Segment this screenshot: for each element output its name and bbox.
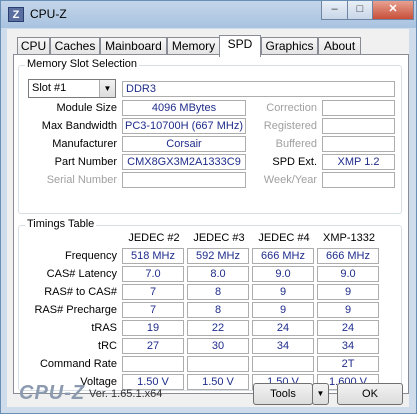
minimize-button[interactable]: – bbox=[321, 1, 348, 20]
serial-number-value bbox=[122, 172, 246, 188]
timing-value: 592 MHz bbox=[187, 248, 249, 264]
timing-value: 8 bbox=[187, 284, 249, 300]
timings-column-header: JEDEC #2 bbox=[128, 232, 180, 244]
spd-ext-value: XMP 1.2 bbox=[322, 154, 395, 170]
tab-about[interactable]: About bbox=[318, 37, 361, 55]
correction-value bbox=[322, 100, 395, 116]
timing-value: 7.0 bbox=[122, 266, 184, 282]
maximize-button[interactable]: □ bbox=[347, 1, 373, 20]
version-label: Ver. 1.65.1.x64 bbox=[89, 388, 163, 400]
week-year-value bbox=[322, 172, 395, 188]
timing-value: 7 bbox=[122, 284, 184, 300]
timing-value: 24 bbox=[317, 320, 379, 336]
timing-row-label: RAS# Precharge bbox=[34, 304, 117, 316]
timing-row-label: RAS# to CAS# bbox=[44, 286, 117, 298]
timing-value: 9.0 bbox=[317, 266, 379, 282]
timing-value: 1.50 V bbox=[187, 374, 249, 390]
timing-row-label: tRC bbox=[98, 340, 117, 352]
tab-cpu[interactable]: CPU bbox=[17, 37, 50, 55]
timing-value: 666 MHz bbox=[252, 248, 314, 264]
title-bar[interactable]: Z CPU-Z – □ ✕ bbox=[1, 1, 416, 28]
buffered-value bbox=[322, 136, 395, 152]
correction-label: Correction bbox=[266, 102, 317, 114]
memory-slot-group: Memory Slot Selection Slot #1 ▼ DDR3 Mod… bbox=[18, 58, 402, 214]
timing-value: 24 bbox=[252, 320, 314, 336]
tab-mainboard[interactable]: Mainboard bbox=[100, 37, 167, 55]
buffered-label: Buffered bbox=[275, 138, 317, 150]
max-bandwidth-label: Max Bandwidth bbox=[41, 120, 117, 132]
timings-column-header: JEDEC #3 bbox=[193, 232, 245, 244]
timing-value bbox=[122, 356, 184, 372]
window-title: CPU-Z bbox=[30, 7, 67, 21]
registered-label: Registered bbox=[263, 120, 317, 132]
timing-value: 8 bbox=[187, 302, 249, 318]
tools-button[interactable]: Tools bbox=[253, 383, 313, 405]
close-button[interactable]: ✕ bbox=[372, 1, 414, 20]
memory-type-value: DDR3 bbox=[122, 81, 395, 97]
timings-column-header: XMP-1332 bbox=[323, 232, 375, 244]
timing-value: 34 bbox=[252, 338, 314, 354]
spd-ext-label: SPD Ext. bbox=[272, 156, 317, 168]
timing-value bbox=[252, 356, 314, 372]
cpuz-logo: CPU-Z bbox=[19, 382, 86, 404]
module-size-label: Module Size bbox=[56, 102, 117, 114]
module-size-value: 4096 MBytes bbox=[122, 100, 246, 116]
timings-group: Timings Table JEDEC #2 JEDEC #3 JEDEC #4… bbox=[18, 218, 402, 391]
spd-panel: Memory Slot Selection Slot #1 ▼ DDR3 Mod… bbox=[13, 54, 409, 394]
part-number-label: Part Number bbox=[54, 156, 117, 168]
slot-select-value: Slot #1 bbox=[32, 82, 67, 94]
timing-value: 8.0 bbox=[187, 266, 249, 282]
tools-dropdown-button[interactable]: ▼ bbox=[312, 383, 329, 405]
timing-value: 9.0 bbox=[252, 266, 314, 282]
timing-value: 27 bbox=[122, 338, 184, 354]
tab-graphics[interactable]: Graphics bbox=[261, 37, 318, 55]
timing-row-label: Frequency bbox=[65, 250, 117, 262]
slot-select[interactable]: Slot #1 ▼ bbox=[28, 79, 116, 98]
timing-value: 2T bbox=[317, 356, 379, 372]
part-number-value: CMX8GX3M2A1333C9 bbox=[122, 154, 246, 170]
timing-value: 9 bbox=[317, 284, 379, 300]
timing-row-label: Command Rate bbox=[39, 358, 117, 370]
tab-memory[interactable]: Memory bbox=[167, 37, 220, 55]
max-bandwidth-value: PC3-10700H (667 MHz) bbox=[122, 118, 246, 134]
cpuz-app-icon: Z bbox=[8, 7, 24, 22]
memory-slot-group-title: Memory Slot Selection bbox=[25, 58, 140, 70]
timing-value: 19 bbox=[122, 320, 184, 336]
timing-value bbox=[187, 356, 249, 372]
manufacturer-value: Corsair bbox=[122, 136, 246, 152]
chevron-down-icon: ▼ bbox=[99, 80, 115, 97]
timings-column-header: JEDEC #4 bbox=[258, 232, 310, 244]
timing-value: 9 bbox=[317, 302, 379, 318]
timing-row-label: tRAS bbox=[91, 322, 117, 334]
client-area: CPU Caches Mainboard Memory SPD Graphics… bbox=[7, 29, 409, 407]
chevron-down-icon: ▼ bbox=[316, 389, 325, 398]
timing-value: 7 bbox=[122, 302, 184, 318]
timing-value: 666 MHz bbox=[317, 248, 379, 264]
cpuz-window: Z CPU-Z – □ ✕ CPU Caches Mainboard Memor… bbox=[0, 0, 417, 414]
timings-group-title: Timings Table bbox=[25, 218, 97, 230]
serial-number-label: Serial Number bbox=[46, 174, 117, 186]
tab-caches[interactable]: Caches bbox=[50, 37, 100, 55]
timing-value: 9 bbox=[252, 302, 314, 318]
timing-value: 9 bbox=[252, 284, 314, 300]
week-year-label: Week/Year bbox=[263, 174, 317, 186]
timing-value: 518 MHz bbox=[122, 248, 184, 264]
timing-value: 22 bbox=[187, 320, 249, 336]
tab-spd[interactable]: SPD bbox=[219, 35, 261, 57]
timing-value: 30 bbox=[187, 338, 249, 354]
manufacturer-label: Manufacturer bbox=[52, 138, 117, 150]
ok-button[interactable]: OK bbox=[337, 383, 403, 405]
timing-row-label: CAS# Latency bbox=[46, 268, 117, 280]
timing-value: 34 bbox=[317, 338, 379, 354]
registered-value bbox=[322, 118, 395, 134]
